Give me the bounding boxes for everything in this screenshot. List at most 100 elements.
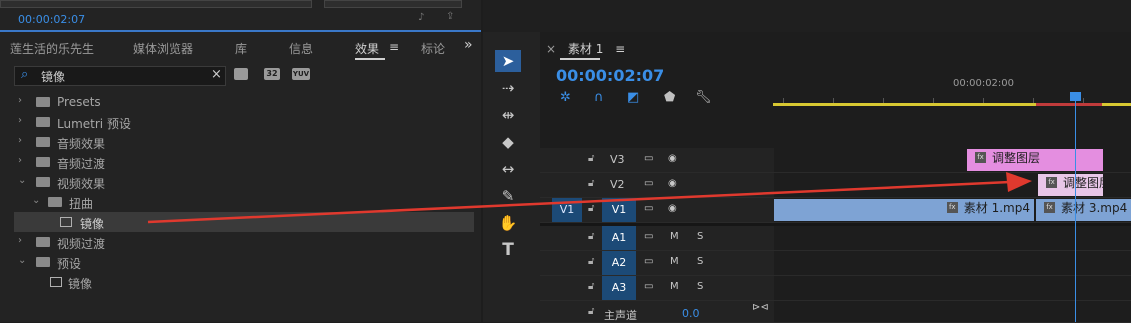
search-input[interactable] [41, 67, 211, 85]
razor-tool-icon[interactable]: ◆ [495, 131, 521, 153]
chevron-right-icon[interactable]: › [18, 155, 22, 166]
tab-project[interactable]: 莲生活的乐先生 [10, 40, 94, 57]
tree-item-video-effects[interactable]: ⌄ 视频效果 [14, 172, 474, 192]
track-header-a1[interactable]: 🔓︎ A1 ▭ M S [540, 226, 774, 251]
export-frame-icon[interactable]: ⇪ [446, 11, 454, 22]
adjustment-layer-clip-v2[interactable]: fx 调整图层 [1038, 174, 1103, 196]
yuv-effects-icon[interactable]: YUV [292, 68, 310, 80]
track-target-v1[interactable]: V1 [602, 198, 636, 222]
ripple-edit-tool-icon[interactable]: ⇹ [495, 104, 521, 126]
track-lane-a1[interactable] [774, 226, 1131, 251]
lock-icon[interactable]: 🔓︎ [588, 306, 594, 317]
overflow-icon[interactable]: » [464, 37, 473, 53]
track-lane-v2[interactable]: fx 调整图层 [774, 173, 1131, 198]
track-target-a3[interactable]: A3 [602, 276, 636, 300]
playhead-handle[interactable] [1070, 92, 1081, 101]
tree-item-mirror-effect[interactable]: 镜像 [14, 212, 474, 232]
sync-lock-icon[interactable]: ▭ [644, 231, 653, 242]
track-header-a3[interactable]: 🔓︎ A3 ▭ M S [540, 276, 774, 301]
tab-markers[interactable]: 标论 [421, 40, 445, 57]
add-marker-icon[interactable]: ⬟ [664, 90, 675, 105]
track-target-a2[interactable]: A2 [602, 251, 636, 275]
tree-item-video-transitions[interactable]: › 视频过渡 [14, 232, 474, 252]
tab-effects[interactable]: 效果 [355, 40, 379, 57]
track-header-v2[interactable]: 🔓︎ V2 ▭ ◉ [540, 173, 774, 198]
type-tool-icon[interactable]: T [495, 239, 521, 261]
tree-item-presets-cn[interactable]: ⌄ 预设 [14, 252, 474, 272]
lock-icon[interactable]: 🔓︎ [588, 256, 594, 267]
audio-icon[interactable]: ♪ [418, 12, 424, 23]
sync-lock-icon[interactable]: ▭ [644, 178, 653, 189]
clear-search-icon[interactable]: × [211, 67, 222, 82]
track-header-a2[interactable]: 🔓︎ A2 ▭ M S [540, 251, 774, 276]
effects-search[interactable]: ⌕ × [14, 66, 226, 86]
chevron-right-icon[interactable]: › [18, 115, 22, 126]
playhead-timecode[interactable]: 00:00:02:07 [556, 66, 664, 85]
track-header-master[interactable]: 🔓︎ 主声道 0.0 ⊳⊲ [540, 301, 774, 323]
solo-button[interactable]: S [697, 256, 703, 267]
wrench-icon[interactable]: 🔧︎ [695, 90, 712, 105]
track-lane-v1[interactable]: fx 素材 1.mp4 fx 素材 3.mp4 [774, 198, 1131, 223]
level-bar[interactable] [324, 0, 462, 8]
eye-icon[interactable]: ◉ [668, 203, 677, 214]
track-lane-master[interactable] [774, 301, 1131, 323]
chevron-down-icon[interactable]: ⌄ [32, 195, 40, 206]
lock-icon[interactable]: 🔓︎ [588, 281, 594, 292]
tree-item-audio-effects[interactable]: › 音频效果 [14, 132, 474, 152]
video-clip-1[interactable]: fx 素材 1.mp4 [774, 199, 1034, 221]
master-volume-value[interactable]: 0.0 [682, 307, 700, 320]
eye-icon[interactable]: ◉ [668, 153, 677, 164]
lock-icon[interactable]: 🔓︎ [588, 178, 594, 189]
playhead-line[interactable] [1075, 96, 1076, 322]
nest-toggle-icon[interactable]: ✲ [560, 90, 571, 105]
mute-button[interactable]: M [670, 231, 679, 242]
video-clip-3[interactable]: fx 素材 3.mp4 [1036, 199, 1131, 221]
sync-lock-icon[interactable]: ▭ [644, 256, 653, 267]
sync-lock-icon[interactable]: ▭ [644, 203, 653, 214]
solo-button[interactable]: S [697, 281, 703, 292]
tree-item-lumetri-presets[interactable]: › Lumetri 预设 [14, 112, 474, 132]
source-patch-v1[interactable]: V1 [552, 198, 582, 222]
mute-button[interactable]: M [670, 281, 679, 292]
tree-item-presets[interactable]: › Presets [14, 92, 474, 112]
snap-icon[interactable]: ∩ [594, 90, 604, 105]
timeline-tab[interactable]: × 素材 1 ≡ [546, 40, 625, 57]
panel-menu-icon[interactable]: ≡ [389, 40, 399, 54]
lock-icon[interactable]: 🔓︎ [588, 231, 594, 242]
tab-media-browser[interactable]: 媒体浏览器 [133, 40, 193, 57]
adjustment-layer-clip-v3[interactable]: fx 调整图层 [967, 149, 1103, 171]
lock-icon[interactable]: 🔓︎ [588, 153, 594, 164]
sync-lock-icon[interactable]: ▭ [644, 281, 653, 292]
hand-tool-icon[interactable]: ✋ [495, 212, 521, 234]
32bit-effects-icon[interactable]: 32 [264, 68, 280, 80]
pen-tool-icon[interactable]: ✎ [495, 185, 521, 207]
track-select-tool-icon[interactable]: ⇢ [495, 77, 521, 99]
chevron-down-icon[interactable]: ⌄ [18, 255, 26, 266]
source-scrub-bar[interactable] [0, 0, 312, 8]
tree-item-mirror-preset[interactable]: 镜像 [14, 272, 474, 292]
panel-menu-icon[interactable]: ≡ [615, 42, 625, 56]
mute-button[interactable]: M [670, 256, 679, 267]
accelerated-effects-icon[interactable] [234, 68, 248, 80]
track-target-a1[interactable]: A1 [602, 226, 636, 250]
linked-selection-icon[interactable]: ◩ [627, 90, 639, 105]
tab-info[interactable]: 信息 [289, 40, 313, 57]
track-header-v3[interactable]: 🔓︎ V3 ▭ ◉ [540, 148, 774, 173]
tree-item-distort[interactable]: ⌄ 扭曲 [14, 192, 474, 212]
sync-lock-icon[interactable]: ▭ [644, 153, 653, 164]
tab-libraries[interactable]: 库 [235, 40, 247, 57]
selection-tool-icon[interactable]: ➤ [495, 50, 521, 72]
track-lane-v3[interactable]: fx 调整图层 [774, 148, 1131, 173]
track-header-v1[interactable]: V1 🔓︎ V1 ▭ ◉ [540, 198, 774, 223]
chevron-right-icon[interactable]: › [18, 135, 22, 146]
go-to-end-icon[interactable]: ⊳⊲ [752, 302, 769, 313]
track-lane-a2[interactable] [774, 251, 1131, 276]
track-lane-a3[interactable] [774, 276, 1131, 301]
tree-item-audio-transitions[interactable]: › 音频过渡 [14, 152, 474, 172]
lock-icon[interactable]: 🔓︎ [588, 203, 594, 214]
chevron-down-icon[interactable]: ⌄ [18, 175, 26, 186]
chevron-right-icon[interactable]: › [18, 235, 22, 246]
slip-tool-icon[interactable]: ↔ [495, 158, 521, 180]
eye-icon[interactable]: ◉ [668, 178, 677, 189]
solo-button[interactable]: S [697, 231, 703, 242]
